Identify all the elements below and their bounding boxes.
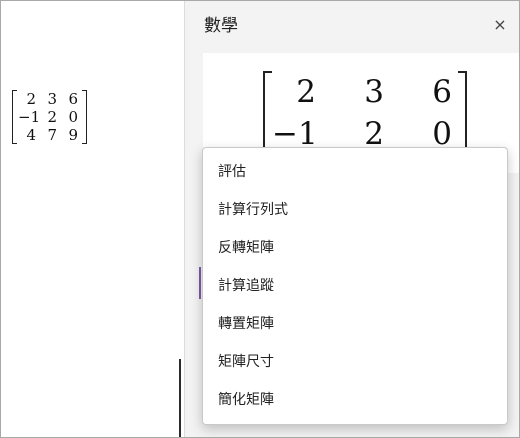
menu-item-transpose-matrix[interactable]: 轉置矩陣 [203,304,507,342]
app-window: 2 3 6 −1 2 0 4 7 9 數學 × 2 3 6 −1 2 0 評估 … [0,0,520,438]
action-dropdown-menu: 評估 計算行列式 反轉矩陣 計算追蹤 轉置矩陣 矩陣尺寸 簡化矩陣 [202,147,508,425]
matrix-cell: 2 [296,74,316,110]
matrix-cell: 3 [47,90,57,108]
close-button[interactable]: × [489,13,511,35]
matrix-cell: 3 [364,74,384,110]
matrix-cells: 2 3 6 −1 2 0 4 7 9 [17,90,82,144]
matrix-cell: 2 [47,108,57,126]
right-bracket [458,71,467,155]
accent-marker [199,267,201,299]
menu-item-evaluate[interactable]: 評估 [203,152,507,190]
matrix-cells: 2 3 6 −1 2 0 [272,71,458,155]
matrix-cell: 7 [47,126,57,144]
matrix-cell: 9 [68,126,78,144]
menu-item-matrix-dimensions[interactable]: 矩陣尺寸 [203,342,507,380]
matrix-cell: 4 [26,126,36,144]
right-bracket [82,90,87,144]
close-icon: × [493,14,507,34]
menu-item-invert-matrix[interactable]: 反轉矩陣 [203,228,507,266]
preview-matrix: 2 3 6 −1 2 0 [263,71,467,155]
matrix-cell: 6 [432,74,452,110]
menu-item-compute-trace[interactable]: 計算追蹤 [203,266,507,304]
menu-item-compute-determinant[interactable]: 計算行列式 [203,190,507,228]
matrix-cell: 2 [26,90,36,108]
ink-matrix[interactable]: 2 3 6 −1 2 0 4 7 9 [12,90,87,144]
vertical-caret-line [179,359,181,437]
menu-item-reduce-matrix[interactable]: 簡化矩陣 [203,380,507,418]
matrix-cell: 0 [68,108,78,126]
matrix-cell: −1 [18,108,41,126]
matrix-cell: 6 [68,90,78,108]
note-canvas[interactable]: 2 3 6 −1 2 0 4 7 9 [1,1,184,437]
pane-title: 數學 [204,16,238,36]
left-bracket [263,71,272,155]
